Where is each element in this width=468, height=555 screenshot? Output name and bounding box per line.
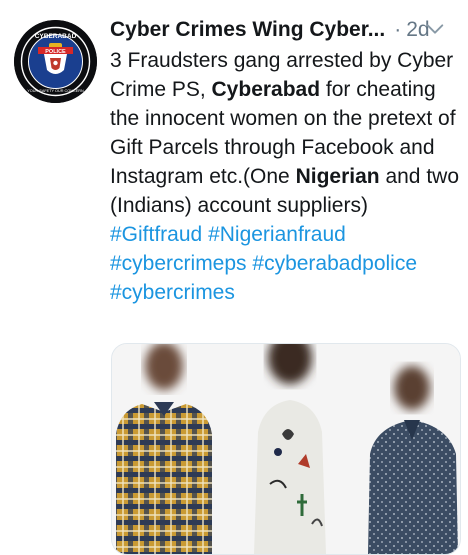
hashtag-link[interactable]: #cybercrimes [110, 281, 235, 304]
header-separator: · [394, 18, 402, 41]
tweet-text: 3 Fraudsters gang arrested by Cyber Crim… [110, 46, 460, 307]
tweet-text-bold: Cyberabad [211, 78, 321, 101]
avatar[interactable]: CYBERABAD POLICE YOUR SAFETY OUR CONCERN [14, 20, 97, 103]
arrested-persons-photo [112, 344, 460, 554]
tweet-text-bold: Nigerian [295, 165, 380, 188]
police-emblem-icon: CYBERABAD POLICE YOUR SAFETY OUR CONCERN [14, 20, 97, 103]
hashtag-link[interactable]: #cyberabadpolice [252, 252, 417, 275]
avatar-title-text: CYBERABAD [35, 33, 77, 40]
tweet-card[interactable]: CYBERABAD POLICE YOUR SAFETY OUR CONCERN… [0, 0, 468, 555]
tweet-media-image[interactable] [111, 343, 461, 555]
avatar-police-text: POLICE [45, 49, 66, 55]
avatar-ring-text: YOUR SAFETY OUR CONCERN [27, 89, 84, 93]
tweet-header: Cyber Crimes Wing Cyber... · 2d [110, 14, 458, 46]
chevron-down-icon[interactable] [424, 18, 446, 40]
hashtag-link[interactable]: #Nigerianfraud [208, 223, 346, 246]
hashtag-link[interactable]: #cybercrimeps [110, 252, 247, 275]
hashtag-link[interactable]: #Giftfraud [110, 223, 202, 246]
author-display-name[interactable]: Cyber Crimes Wing Cyber... [110, 18, 385, 42]
